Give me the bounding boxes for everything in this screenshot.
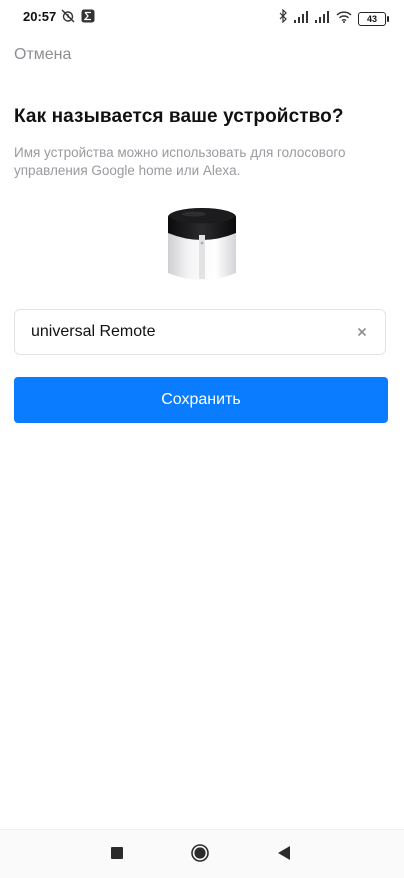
device-name-input[interactable] (31, 310, 341, 354)
save-button[interactable]: Сохранить (14, 377, 388, 423)
page-description: Имя устройства можно использовать для го… (14, 145, 346, 178)
navigation-bar (0, 829, 404, 878)
app-notification-icon (81, 9, 95, 28)
alarm-off-icon (61, 9, 75, 28)
cancel-button[interactable]: Отмена (14, 46, 71, 64)
recents-icon[interactable] (111, 847, 123, 859)
back-icon[interactable] (277, 845, 291, 861)
device-name-field (14, 309, 386, 355)
status-right-icons: 43 (279, 8, 389, 28)
signal-icon (294, 10, 309, 28)
home-icon[interactable] (191, 844, 209, 862)
device-image (166, 207, 238, 283)
status-time: 20:57 (23, 9, 57, 24)
status-bar: 20:57 43 (0, 0, 404, 34)
wifi-icon (336, 10, 352, 28)
close-icon[interactable] (353, 323, 371, 341)
page-title: Как называется ваше устройство? (14, 106, 344, 127)
status-left-icons (61, 9, 95, 28)
battery-icon: 43 (358, 11, 389, 26)
bluetooth-icon (279, 8, 288, 28)
signal-icon (315, 10, 330, 28)
